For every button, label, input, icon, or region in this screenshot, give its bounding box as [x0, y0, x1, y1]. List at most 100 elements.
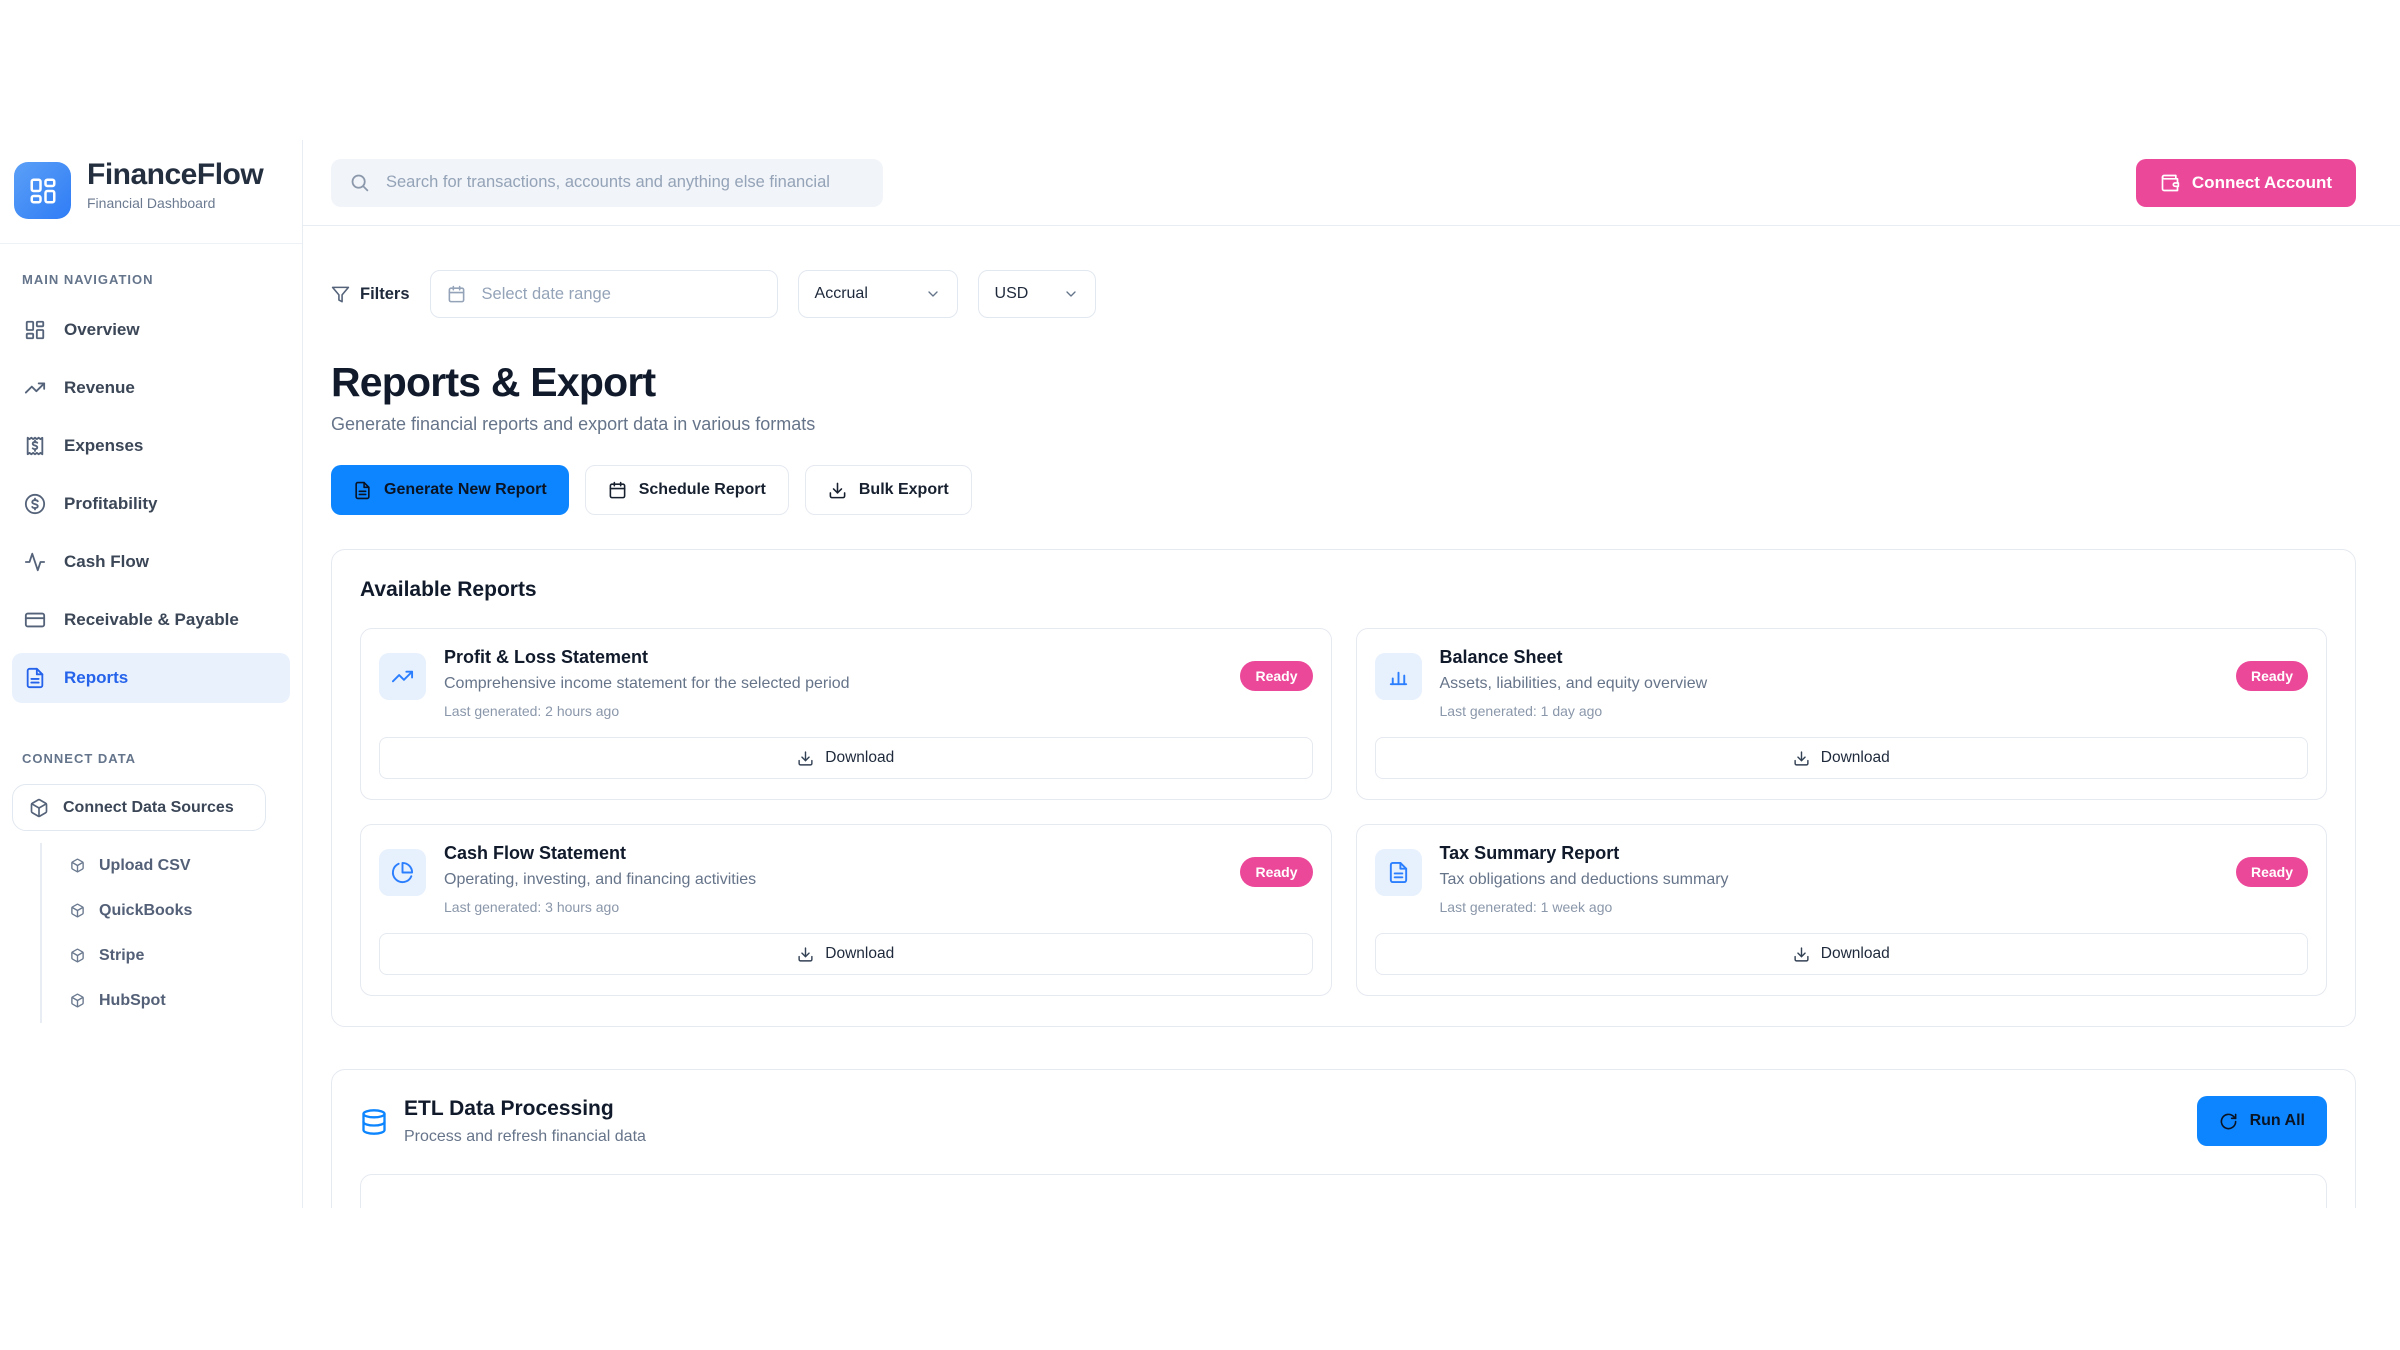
connect-account-button[interactable]: Connect Account	[2136, 159, 2356, 207]
file-text-icon	[353, 481, 372, 500]
currency-value: USD	[995, 285, 1029, 303]
sidebar-item-expenses[interactable]: Expenses	[12, 421, 290, 471]
report-title: Cash Flow Statement	[444, 843, 1222, 864]
source-item-label: QuickBooks	[99, 902, 192, 920]
chevron-down-icon	[1063, 286, 1079, 302]
source-item-upload-csv[interactable]: Upload CSV	[42, 843, 290, 888]
actions-row: Generate New Report Schedule Report Bulk…	[331, 465, 2356, 515]
report-last-generated: Last generated: 2 hours ago	[444, 703, 1222, 719]
cube-icon	[70, 903, 85, 918]
date-range-field	[430, 270, 778, 318]
connect-data-section: CONNECT DATA Connect Data Sources Upload…	[0, 711, 302, 1023]
source-item-stripe[interactable]: Stripe	[42, 933, 290, 978]
etl-jobs-container	[360, 1174, 2327, 1208]
etl-subtitle: Process and refresh financial data	[404, 1128, 646, 1146]
main-area: Connect Account Filters Accrual	[303, 140, 2400, 1208]
app-window: FinanceFlow Financial Dashboard MAIN NAV…	[0, 140, 2400, 1208]
available-reports-panel: Available Reports Profit & Loss Statemen…	[331, 549, 2356, 1027]
app-subtitle: Financial Dashboard	[87, 195, 263, 211]
bar-chart-icon	[1375, 653, 1422, 700]
dashboard-grid-icon	[14, 162, 71, 219]
top-bar: Connect Account	[303, 140, 2400, 226]
download-icon	[1793, 750, 1810, 767]
search-input[interactable]	[384, 172, 865, 193]
source-item-hubspot[interactable]: HubSpot	[42, 978, 290, 1023]
download-label: Download	[1821, 945, 1890, 963]
grid-icon	[24, 319, 46, 341]
sidebar-item-cash-flow[interactable]: Cash Flow	[12, 537, 290, 587]
cube-icon	[70, 993, 85, 1008]
connect-data-sources-label: Connect Data Sources	[63, 799, 234, 817]
bulk-export-button[interactable]: Bulk Export	[805, 465, 972, 515]
source-item-quickbooks[interactable]: QuickBooks	[42, 888, 290, 933]
sidebar-item-label: Cash Flow	[64, 552, 149, 572]
generate-new-report-label: Generate New Report	[384, 481, 547, 499]
currency-select[interactable]: USD	[978, 270, 1096, 318]
status-badge: Ready	[1240, 857, 1312, 887]
data-sources-tree: Upload CSV QuickBooks Stripe HubSpot	[40, 843, 290, 1023]
report-description: Operating, investing, and financing acti…	[444, 871, 1222, 889]
calendar-icon	[447, 285, 466, 304]
sidebar-item-receivable-payable[interactable]: Receivable & Payable	[12, 595, 290, 645]
run-all-button[interactable]: Run All	[2197, 1096, 2327, 1146]
sidebar-item-label: Revenue	[64, 378, 135, 398]
trending-up-icon	[24, 377, 46, 399]
run-all-label: Run All	[2250, 1112, 2305, 1130]
sidebar-item-revenue[interactable]: Revenue	[12, 363, 290, 413]
page-subtitle: Generate financial reports and export da…	[331, 414, 2356, 435]
report-last-generated: Last generated: 1 day ago	[1440, 703, 2218, 719]
file-text-icon	[1375, 849, 1422, 896]
accounting-method-select[interactable]: Accrual	[798, 270, 958, 318]
credit-card-icon	[24, 609, 46, 631]
sidebar-item-overview[interactable]: Overview	[12, 305, 290, 355]
main-navigation: MAIN NAVIGATION Overview Revenue Expense…	[0, 244, 302, 711]
download-button[interactable]: Download	[379, 737, 1313, 779]
source-item-label: Upload CSV	[99, 857, 191, 875]
chevron-down-icon	[925, 286, 941, 302]
download-label: Download	[825, 749, 894, 767]
bulk-export-label: Bulk Export	[859, 481, 949, 499]
report-description: Comprehensive income statement for the s…	[444, 675, 1222, 693]
activity-icon	[24, 551, 46, 573]
generate-new-report-button[interactable]: Generate New Report	[331, 465, 569, 515]
report-last-generated: Last generated: 1 week ago	[1440, 899, 2218, 915]
sidebar-item-label: Overview	[64, 320, 140, 340]
status-badge: Ready	[2236, 857, 2308, 887]
file-text-icon	[24, 667, 46, 689]
filters-row: Filters Accrual USD	[331, 270, 2356, 318]
sidebar-item-reports[interactable]: Reports	[12, 653, 290, 703]
report-card-balance-sheet: Balance Sheet Assets, liabilities, and e…	[1356, 628, 2328, 800]
brand-text: FinanceFlow Financial Dashboard	[87, 158, 263, 211]
report-description: Tax obligations and deductions summary	[1440, 871, 2218, 889]
available-reports-heading: Available Reports	[360, 578, 2327, 602]
etl-panel: ETL Data Processing Process and refresh …	[331, 1069, 2356, 1208]
cube-icon	[70, 858, 85, 873]
status-badge: Ready	[1240, 661, 1312, 691]
connect-section-label: CONNECT DATA	[12, 751, 290, 766]
etl-title: ETL Data Processing	[404, 1097, 646, 1121]
report-title: Tax Summary Report	[1440, 843, 2218, 864]
status-badge: Ready	[2236, 661, 2308, 691]
report-card-profit-loss: Profit & Loss Statement Comprehensive in…	[360, 628, 1332, 800]
download-label: Download	[825, 945, 894, 963]
report-card-cash-flow: Cash Flow Statement Operating, investing…	[360, 824, 1332, 996]
report-title: Profit & Loss Statement	[444, 647, 1222, 668]
reports-grid: Profit & Loss Statement Comprehensive in…	[360, 628, 2327, 996]
report-description: Assets, liabilities, and equity overview	[1440, 675, 2218, 693]
sidebar-item-profitability[interactable]: Profitability	[12, 479, 290, 529]
download-icon	[1793, 946, 1810, 963]
report-card-tax-summary: Tax Summary Report Tax obligations and d…	[1356, 824, 2328, 996]
schedule-report-button[interactable]: Schedule Report	[585, 465, 789, 515]
download-button[interactable]: Download	[1375, 933, 2309, 975]
date-range-input[interactable]	[480, 284, 761, 305]
receipt-icon	[24, 435, 46, 457]
download-button[interactable]: Download	[1375, 737, 2309, 779]
trending-up-icon	[379, 653, 426, 700]
download-button[interactable]: Download	[379, 933, 1313, 975]
search-icon	[349, 172, 370, 193]
refresh-icon	[2219, 1112, 2238, 1131]
sidebar-item-label: Expenses	[64, 436, 143, 456]
nav-section-label: MAIN NAVIGATION	[12, 272, 290, 287]
connect-data-sources-button[interactable]: Connect Data Sources	[12, 784, 266, 831]
filters-toggle[interactable]: Filters	[331, 285, 410, 304]
